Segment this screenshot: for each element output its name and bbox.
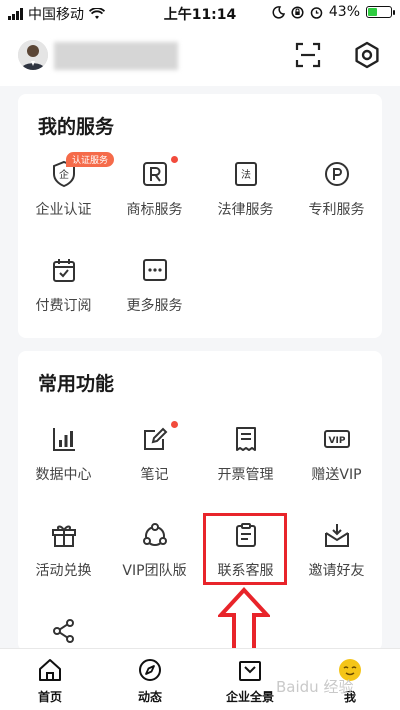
function-data-center[interactable]: 数据中心 xyxy=(18,415,109,505)
section-title: 我的服务 xyxy=(38,116,115,138)
service-more[interactable]: 更多服务 xyxy=(109,246,200,336)
function-activity-redeem[interactable]: 活动兑换 xyxy=(18,511,109,601)
bar-chart-icon xyxy=(53,428,75,451)
service-enterprise-certification[interactable]: 企 认证服务 企业认证 xyxy=(18,150,115,240)
new-dot xyxy=(171,421,178,428)
service-trademark[interactable]: 商标服务 xyxy=(109,150,200,240)
service-label: 更多服务 xyxy=(126,298,183,314)
tab-label: 首页 xyxy=(37,690,62,704)
function-label: 赠送VIP xyxy=(311,467,362,483)
gift-icon xyxy=(52,525,76,547)
function-label: 笔记 xyxy=(140,467,169,483)
tab-dynamics[interactable]: 动态 xyxy=(100,655,200,709)
svg-text:法: 法 xyxy=(241,168,251,181)
scan-icon[interactable] xyxy=(293,40,323,70)
bag-icon xyxy=(239,661,261,681)
user-avatar[interactable] xyxy=(18,40,48,70)
username-blurred[interactable] xyxy=(54,42,178,70)
more-dots-icon xyxy=(143,259,167,281)
tab-label: 动态 xyxy=(137,690,162,704)
svg-text:企: 企 xyxy=(59,168,69,181)
service-legal[interactable]: 法 法律服务 xyxy=(200,150,291,240)
function-gift-vip[interactable]: VIP 赠送VIP xyxy=(291,415,382,505)
edit-note-icon xyxy=(144,427,168,450)
function-notes[interactable]: 笔记 xyxy=(109,415,200,505)
compass-icon xyxy=(139,659,161,681)
invite-download-icon xyxy=(325,524,349,547)
function-invite-friends[interactable]: 邀请好友 xyxy=(291,511,382,601)
battery-percent: 43% xyxy=(328,4,360,20)
calendar-check-icon xyxy=(53,259,75,282)
section-title: 常用功能 xyxy=(38,373,115,395)
law-doc-icon: 法 xyxy=(235,162,257,186)
home-icon xyxy=(39,659,61,681)
service-label: 专利服务 xyxy=(308,202,365,218)
settings-icon[interactable] xyxy=(352,40,382,70)
certification-badge: 认证服务 xyxy=(66,152,115,167)
service-patent[interactable]: 专利服务 xyxy=(291,150,382,240)
tab-home[interactable]: 首页 xyxy=(0,655,100,709)
highlight-box xyxy=(203,513,287,585)
team-triangle-icon xyxy=(143,523,167,546)
service-label: 法律服务 xyxy=(217,202,274,218)
service-label: 企业认证 xyxy=(35,202,92,218)
alarm-icon xyxy=(310,6,323,19)
function-label: 邀请好友 xyxy=(308,563,365,579)
function-vip-team[interactable]: VIP团队版 xyxy=(109,511,200,601)
receipt-icon xyxy=(236,427,256,451)
function-label: 活动兑换 xyxy=(35,563,92,579)
svg-text:VIP: VIP xyxy=(329,436,346,446)
my-services-card: 我的服务 企 认证服务 企业认证 商标服务 法 法律服务 专利服务 付费订阅 更… xyxy=(18,94,382,338)
patent-circle-icon xyxy=(325,162,349,186)
service-label: 付费订阅 xyxy=(35,298,92,314)
service-label: 商标服务 xyxy=(126,202,183,218)
battery-icon xyxy=(366,6,395,18)
baidu-watermark: Baidu 经验 xyxy=(276,678,354,696)
status-bar: 中国移动 上午11:14 43% xyxy=(0,0,400,26)
function-invoice-management[interactable]: 开票管理 xyxy=(200,415,291,505)
annotation-arrow-icon xyxy=(218,587,270,652)
function-label: VIP团队版 xyxy=(122,563,187,579)
moon-icon xyxy=(272,5,285,19)
function-label: 数据中心 xyxy=(35,467,92,483)
vip-ticket-icon: VIP xyxy=(324,430,350,448)
common-functions-card: 常用功能 数据中心 笔记 开票管理 VIP 赠送VIP 活动兑换 VIP团队版 … xyxy=(18,351,382,651)
rotation-lock-icon xyxy=(291,5,304,19)
profile-header xyxy=(0,26,400,86)
share-icon xyxy=(53,619,74,643)
trademark-r-icon xyxy=(143,162,167,186)
service-paid-subscription[interactable]: 付费订阅 xyxy=(18,246,109,336)
new-dot xyxy=(171,156,178,163)
function-label: 开票管理 xyxy=(217,467,274,483)
